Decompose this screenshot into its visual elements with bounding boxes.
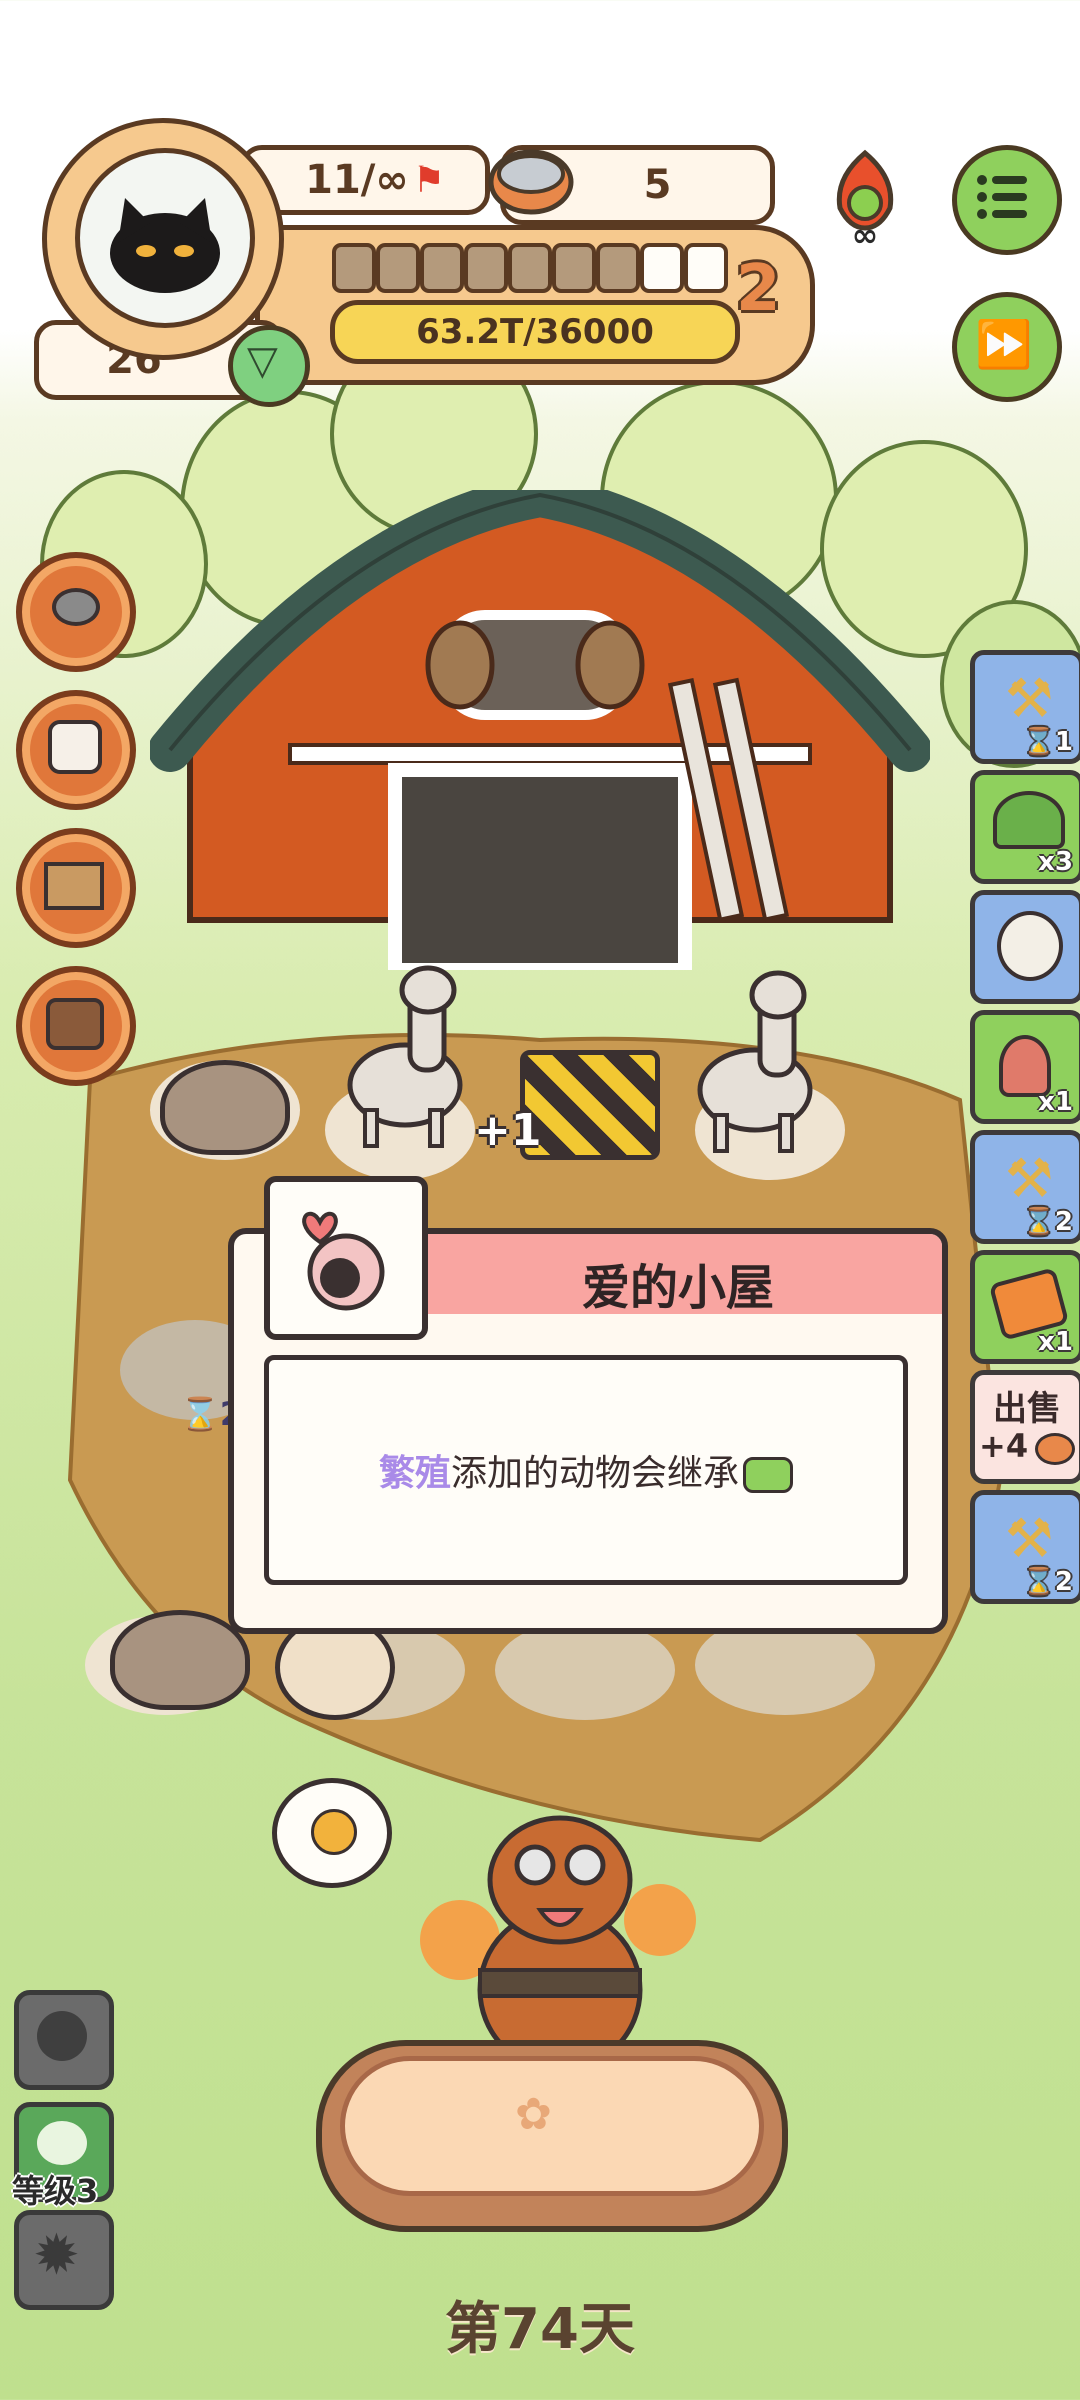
- box-button[interactable]: [16, 828, 136, 948]
- elephant-button[interactable]: [14, 1990, 114, 2090]
- progress-segment: [508, 243, 552, 293]
- card-badge: x3: [1038, 847, 1073, 877]
- gift-icon: [48, 720, 102, 774]
- alpaca[interactable]: [340, 960, 470, 1150]
- shovel-card[interactable]: ⚒ ⌛2: [970, 1490, 1080, 1604]
- flag-icon: ⚑: [412, 159, 445, 201]
- sheep-icon: [997, 911, 1063, 981]
- avatar[interactable]: [75, 148, 255, 328]
- sheep-card[interactable]: [970, 890, 1080, 1004]
- shovel-card[interactable]: ⚒ ⌛1: [970, 650, 1080, 764]
- card-badge: ⌛1: [1022, 727, 1073, 757]
- progress-segment: [596, 243, 640, 293]
- gear-icon: ✹: [33, 2223, 80, 2288]
- ticket-card[interactable]: x1: [970, 1250, 1080, 1364]
- certificate-bubble[interactable]: [272, 1778, 392, 1888]
- black-cat-icon: [110, 198, 220, 293]
- bunny[interactable]: [160, 1060, 290, 1155]
- cat-bowl-button[interactable]: [16, 552, 136, 672]
- progress-segment: [420, 243, 464, 293]
- progress-segment: [552, 243, 596, 293]
- dialog-body: 繁殖添加的动物会继承: [264, 1355, 908, 1585]
- plot[interactable]: [495, 1620, 675, 1720]
- sell-amount: +4: [979, 1427, 1029, 1465]
- level-label: 等级3: [12, 2172, 99, 2210]
- gift-button[interactable]: [16, 690, 136, 810]
- dialog-keyword: 繁殖: [378, 1453, 451, 1494]
- sell-card[interactable]: 出售 +4: [970, 1370, 1080, 1484]
- day-counter: 第74天: [445, 2297, 635, 2362]
- dialog-text: 繁殖添加的动物会继承: [378, 1444, 794, 1496]
- tool-button[interactable]: [16, 966, 136, 1086]
- shield-down-button[interactable]: ▽: [228, 325, 310, 407]
- paw-icon: ✿: [515, 2089, 552, 2140]
- card-badge: ⌛2: [1022, 1207, 1073, 1237]
- progress-segment: [332, 243, 376, 293]
- card-badge: x1: [1038, 1327, 1073, 1357]
- box-icon: [44, 862, 104, 910]
- frog-icon: [37, 2121, 87, 2165]
- progress-segment: [684, 243, 728, 293]
- card-badge: x1: [1038, 1087, 1073, 1117]
- hammer-icon: [46, 998, 104, 1050]
- info-dialog: 爱的小屋 繁殖添加的动物会继承: [228, 1176, 948, 1634]
- worker-cat[interactable]: [410, 1770, 710, 2070]
- shovel-icon: ⚒: [1005, 1507, 1054, 1570]
- progress-segment: [640, 243, 684, 293]
- tent-card[interactable]: x3: [970, 770, 1080, 884]
- xp-text: 63.2T/36000: [416, 312, 654, 352]
- award-icon: [311, 1809, 357, 1855]
- menu-icon: [977, 175, 1027, 219]
- level-badge: 2: [736, 252, 781, 326]
- mole-card[interactable]: x1: [970, 1010, 1080, 1124]
- cat-food-can-icon: [1035, 1433, 1075, 1465]
- progress-segment: [464, 243, 508, 293]
- cat-food-can-icon: [488, 149, 574, 215]
- dialog-description: 添加的动物会继承: [451, 1453, 740, 1494]
- level-count: 11/∞: [305, 157, 409, 203]
- elephant-icon: [37, 2011, 87, 2061]
- barn[interactable]: [150, 490, 930, 970]
- trait-icon: [743, 1457, 794, 1493]
- sell-label: 出售: [993, 1389, 1061, 1429]
- xp-bar: 63.2T/36000: [330, 300, 740, 364]
- alpaca[interactable]: [690, 965, 820, 1155]
- chevron-down-icon: ▽: [247, 338, 278, 384]
- bowl-icon: [52, 588, 100, 626]
- fast-forward-icon: ⏩: [975, 317, 1033, 371]
- svg-text:∞: ∞: [852, 216, 879, 248]
- fire-infinity-icon[interactable]: ∞: [820, 148, 910, 248]
- card-badge: ⌛2: [1022, 1567, 1073, 1597]
- bunny[interactable]: [110, 1610, 250, 1710]
- tent-icon: [993, 791, 1065, 849]
- menu-button[interactable]: [952, 145, 1062, 255]
- can-count: 5: [643, 162, 672, 208]
- progress-segment: [376, 243, 420, 293]
- shovel-icon: ⚒: [1005, 667, 1054, 730]
- shovel-icon: ⚒: [1005, 1147, 1054, 1210]
- fast-forward-button[interactable]: ⏩: [952, 292, 1062, 402]
- shovel-card[interactable]: ⚒ ⌛2: [970, 1130, 1080, 1244]
- dialog-title: 爱的小屋: [581, 1260, 774, 1316]
- love-house-icon: [264, 1176, 428, 1340]
- plus-one-label: +1: [474, 1105, 542, 1156]
- gear-button[interactable]: ✹: [14, 2210, 114, 2310]
- action-button[interactable]: ✿: [316, 2040, 788, 2232]
- action-button-face: ✿: [340, 2056, 764, 2196]
